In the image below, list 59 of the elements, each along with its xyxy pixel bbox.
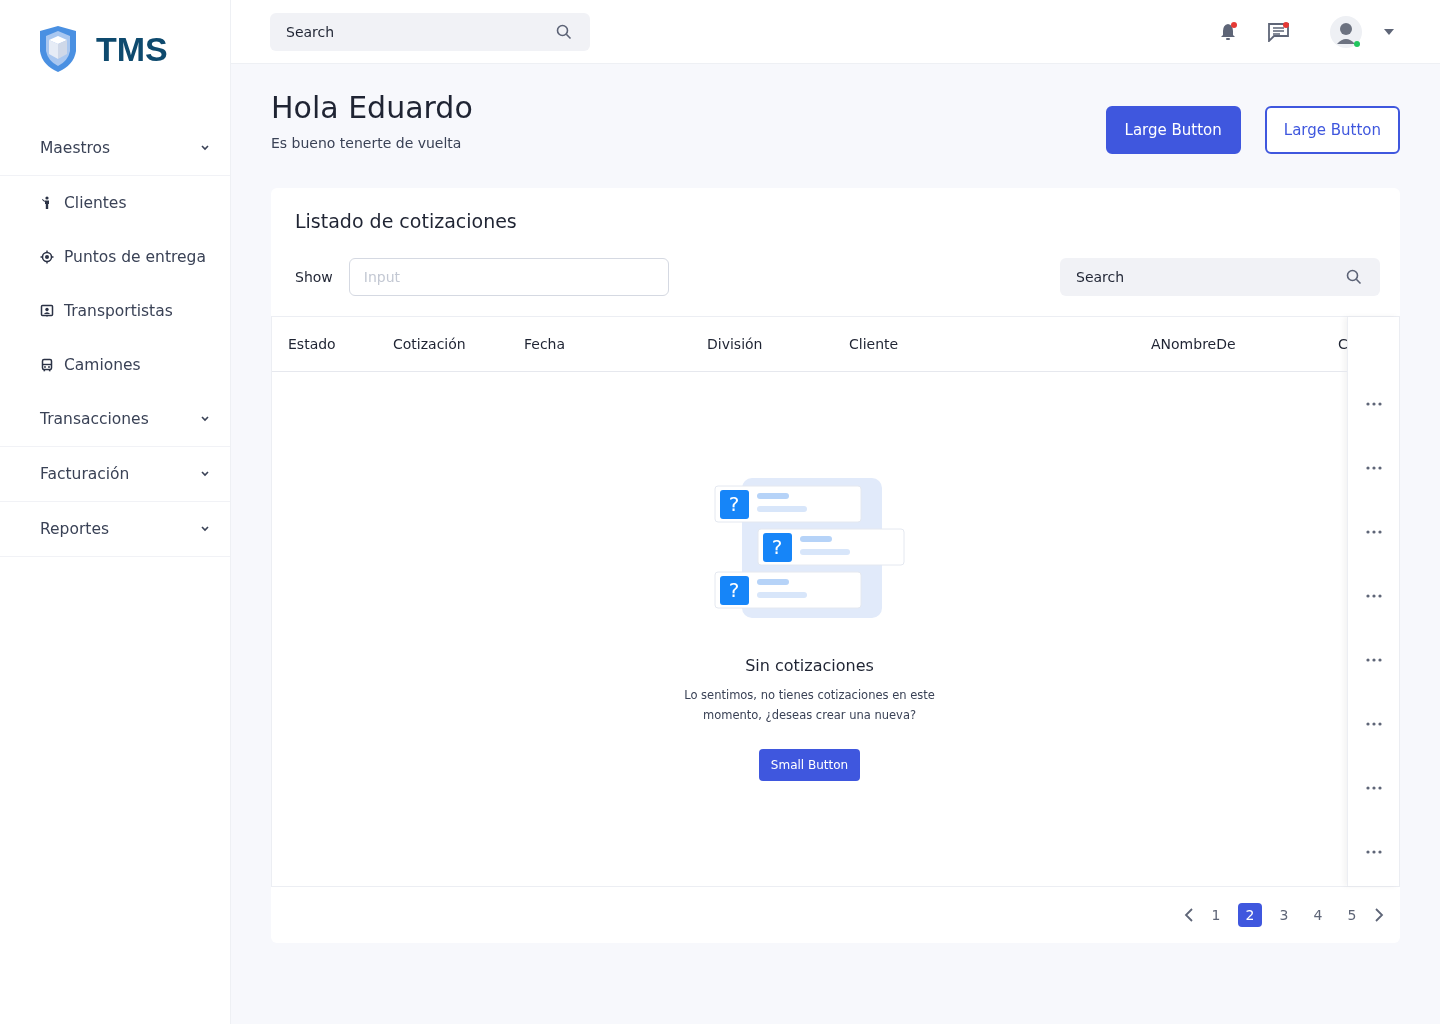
page-button[interactable]: 4 [1306,903,1330,927]
page-button[interactable]: 5 [1340,903,1364,927]
avatar-icon [1330,15,1362,48]
more-icon[interactable] [1365,466,1382,470]
column-header: División [707,336,763,352]
empty-message: Lo sentimos, no tienes cotizaciones en este momento, ¿deseas crear una nueva? [683,687,936,724]
input-field[interactable]: Input [348,258,669,296]
card-title: Listado de cotizaciones [294,209,518,232]
more-icon[interactable] [1365,722,1382,726]
column-header: C [1338,336,1348,352]
sidebar-item[interactable]: Transportistas [0,284,230,338]
sidebar-item[interactable]: Clientes [0,176,230,230]
search-field[interactable]: Search [1060,258,1380,296]
large-button[interactable]: Large Button [1264,106,1400,154]
search-icon [1346,269,1362,285]
search-field[interactable]: Search [270,12,590,51]
column-header: Fecha [524,336,566,352]
logo-text: TMS [96,29,168,69]
chevron-down-icon [200,145,210,151]
question-mark: ? [727,491,741,518]
chevron-down-icon [200,526,210,532]
page-title: Hola Eduardo [271,90,473,125]
chat-icon [1268,21,1290,42]
more-icon[interactable] [1365,402,1382,406]
question-mark: ? [770,534,784,561]
column-header: ANombreDe [1151,336,1236,352]
large-button[interactable]: Large Button [1105,106,1241,154]
question-mark: ? [727,577,741,604]
page-subtitle: Es bueno tenerte de vuelta [271,135,463,151]
column-header: Cliente [849,336,899,352]
show-label: Show [295,269,333,285]
user-avatar[interactable] [1330,15,1362,48]
id-card-icon [40,304,54,318]
sidebar-group[interactable]: Transacciones [0,392,230,447]
caret-down-icon[interactable] [1384,28,1394,35]
chevron-right-icon[interactable] [1374,908,1384,922]
target-icon [40,250,54,264]
sidebar-group[interactable]: Facturación [0,447,230,502]
page-button[interactable]: 2 [1238,903,1262,927]
column-header: Estado [288,336,336,352]
chevron-left-icon[interactable] [1184,908,1194,922]
more-icon[interactable] [1365,530,1382,534]
sidebar-item[interactable]: Camiones [0,338,230,392]
sidebar-group[interactable]: Reportes [0,502,230,557]
chevron-down-icon [200,416,210,422]
more-icon[interactable] [1365,658,1382,662]
page-button[interactable]: 3 [1272,903,1296,927]
page-button[interactable]: 1 [1204,903,1228,927]
more-icon[interactable] [1365,786,1382,790]
small-button[interactable]: Small Button [758,749,861,781]
sidebar-item[interactable]: Puntos de entrega [0,230,230,284]
sidebar-group[interactable]: Maestros [0,121,230,176]
search-icon [556,23,572,40]
chevron-down-icon [200,471,210,477]
empty-title: Sin cotizaciones [745,656,874,675]
bus-icon [40,358,54,372]
column-header: Cotización [393,336,466,352]
more-icon[interactable] [1365,594,1382,598]
more-icon[interactable] [1365,850,1382,854]
